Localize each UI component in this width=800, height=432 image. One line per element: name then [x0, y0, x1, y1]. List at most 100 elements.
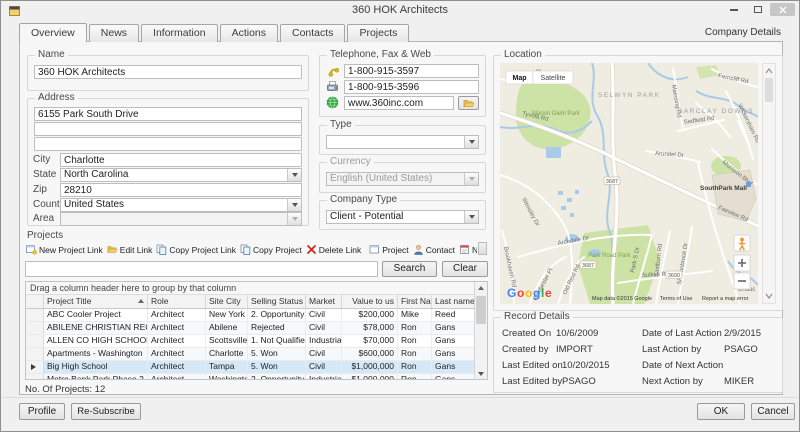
fax-input[interactable] [344, 80, 479, 94]
last-edited-by-value: PSAGO [562, 376, 596, 387]
company-type-group: Company Type Client - Potential [319, 200, 486, 230]
mall-poi-icon [746, 182, 751, 187]
column-header-role[interactable]: Role [148, 295, 206, 308]
group-by-hint: Drag a column header here to group by th… [26, 282, 487, 295]
new-action-button[interactable]: New Action [458, 243, 477, 256]
map-type-map-button[interactable]: Map [513, 75, 527, 82]
table-row[interactable]: ABC Cooler Project Architect New York ..… [26, 309, 487, 322]
city-input[interactable] [60, 153, 302, 167]
chevron-down-icon[interactable] [464, 211, 478, 223]
phone-input[interactable] [344, 64, 479, 78]
table-row[interactable]: Apartments - Washington Architect Charlo… [26, 348, 487, 361]
copy-project-button[interactable]: Copy Project [239, 243, 305, 256]
panel-vertical-scrollbar[interactable] [762, 63, 776, 304]
address-line2-input[interactable] [34, 122, 302, 136]
address-group: Address City State North Carolina Zip Co… [27, 98, 309, 226]
svg-text:3600: 3600 [668, 273, 680, 279]
address-group-label: Address [35, 92, 78, 104]
chevron-down-icon[interactable] [287, 169, 301, 181]
location-group-label: Location [501, 49, 545, 61]
google-logo[interactable]: G o o g l e [507, 286, 552, 300]
location-group: Location [493, 55, 783, 311]
zoom-in-button[interactable] [734, 255, 750, 271]
table-row[interactable]: ALLEN CO HIGH SCHOOL PH 2 Architect Scot… [26, 335, 487, 348]
column-header-value-to-us[interactable]: Value to us [342, 295, 398, 308]
name-input[interactable] [34, 65, 302, 79]
person-icon [413, 244, 424, 255]
column-header-selling-status[interactable]: Selling Status [248, 295, 306, 308]
last-edited-on-label: Last Edited on [502, 360, 563, 371]
scroll-down-icon[interactable] [475, 368, 487, 379]
svg-text:3687: 3687 [582, 263, 594, 269]
tab-overview[interactable]: Overview [19, 23, 87, 42]
minimize-icon[interactable] [723, 3, 745, 16]
type-select[interactable] [326, 135, 479, 149]
profile-button[interactable]: Profile [19, 403, 65, 420]
column-header-first-name[interactable]: First Name [398, 295, 432, 308]
map-type-control[interactable]: Map Satellite [506, 71, 573, 84]
column-header-site-city[interactable]: Site City [206, 295, 248, 308]
new-project-link-button[interactable]: New Project Link [25, 243, 106, 256]
pegman-control[interactable] [734, 235, 750, 251]
tab-contacts[interactable]: Contacts [280, 24, 345, 42]
row-indicator-header [26, 295, 44, 308]
delete-link-button[interactable]: Delete Link [305, 243, 365, 256]
zip-label: Zip [33, 184, 47, 195]
terms-of-use-link[interactable]: Terms of Use [660, 296, 692, 302]
toolbar-overflow-button[interactable] [478, 242, 487, 255]
area-select [60, 212, 302, 226]
created-by-value: IMPORT [556, 344, 593, 355]
tab-projects[interactable]: Projects [347, 24, 409, 42]
folder-icon [463, 98, 475, 109]
map[interactable]: Seneca Pl SELWYN PARK Marion Diehl Park … [500, 63, 758, 304]
projects-search-input[interactable] [25, 261, 378, 277]
chevron-down-icon [287, 213, 301, 225]
copy-project-link-button[interactable]: Copy Project Link [155, 243, 239, 256]
map-type-satellite-button[interactable]: Satellite [541, 75, 566, 82]
close-icon[interactable] [770, 3, 795, 16]
search-button[interactable]: Search [382, 261, 437, 277]
open-website-button[interactable] [458, 96, 479, 110]
tab-actions[interactable]: Actions [220, 24, 278, 42]
chevron-down-icon[interactable] [287, 199, 301, 211]
scrollbar-thumb[interactable] [765, 78, 773, 102]
grid-vertical-scrollbar[interactable] [474, 282, 487, 379]
table-row[interactable]: Metro Bank Park Phase 2 Architect Washin… [26, 374, 487, 380]
company-type-select[interactable]: Client - Potential [326, 210, 479, 224]
column-header-last-name[interactable]: Last name [432, 295, 474, 308]
resubscribe-button[interactable]: Re-Subscribe [71, 403, 141, 420]
company-details-label: Company Details [641, 27, 781, 38]
project-button[interactable]: Project [368, 243, 411, 256]
report-map-error-link[interactable]: Report a map error [702, 296, 749, 302]
tab-information[interactable]: Information [141, 24, 218, 42]
scroll-up-icon[interactable] [763, 66, 775, 76]
created-on-value: 10/6/2009 [556, 328, 598, 339]
city-label: City [33, 154, 50, 165]
scroll-up-icon[interactable] [475, 282, 487, 293]
address-line3-input[interactable] [34, 137, 302, 151]
sort-ascending-icon [138, 299, 144, 303]
contact-button[interactable]: Contact [412, 243, 458, 256]
clear-button[interactable]: Clear [442, 261, 488, 277]
ok-button[interactable]: OK [697, 403, 745, 420]
svg-text:Park Road Park: Park Road Park [588, 253, 631, 259]
title-bar[interactable]: 360 HOK Architects [1, 1, 799, 21]
table-row-selected[interactable]: Big High School Architect Tampa 5. Won C… [26, 361, 487, 374]
scroll-down-icon[interactable] [763, 291, 775, 301]
contact-group-label: Telephone, Fax & Web [327, 49, 434, 61]
state-select[interactable]: North Carolina [60, 168, 302, 182]
column-header-market[interactable]: Market [306, 295, 342, 308]
address-line1-input[interactable] [34, 107, 302, 121]
zip-input[interactable] [60, 183, 302, 197]
maximize-icon[interactable] [747, 3, 769, 16]
column-header-project-title[interactable]: Project Title [44, 295, 148, 308]
country-select[interactable]: United States [60, 198, 302, 212]
chevron-down-icon[interactable] [464, 136, 478, 148]
website-input[interactable] [344, 96, 454, 110]
edit-link-button[interactable]: Edit Link [106, 243, 156, 256]
tab-news[interactable]: News [89, 24, 139, 42]
scrollbar-thumb[interactable] [476, 296, 486, 324]
zoom-out-button[interactable] [734, 273, 750, 289]
cancel-button[interactable]: Cancel [751, 403, 795, 420]
table-row[interactable]: ABILENE CHRISTIAN RECREATI... Architect … [26, 322, 487, 335]
